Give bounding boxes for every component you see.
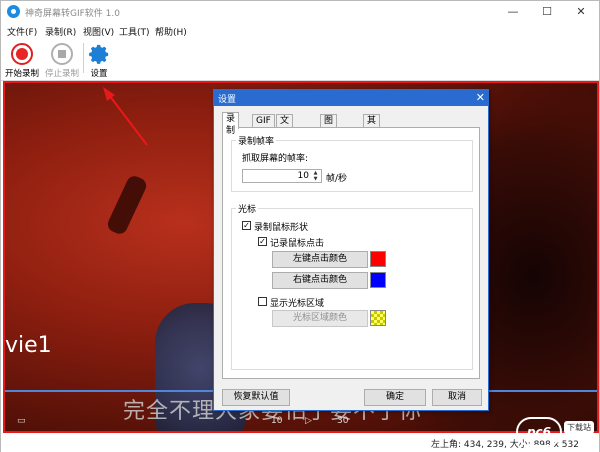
stop-icon	[51, 43, 73, 65]
status-bar: 左上角: 434, 239, 大小: 898 x 532	[1, 434, 599, 452]
app-logo-icon	[7, 5, 20, 18]
record-click-label: 记录鼠标点击	[270, 239, 325, 249]
right-click-color-button[interactable]: 右键点击颜色	[272, 272, 368, 289]
tab-other[interactable]: 其它	[363, 114, 381, 138]
frame-rate-group: 录制帧率 抓取屏幕的帧率: 10 ▲ ▼ 帧/秒	[231, 134, 473, 192]
settings-button[interactable]: 设置	[85, 41, 113, 79]
gear-icon	[89, 44, 109, 64]
tab-panel-record: 录制帧率 抓取屏幕的帧率: 10 ▲ ▼ 帧/秒 光标 ✓ 录制鼠标形状 ✓ 记录…	[222, 127, 480, 379]
annotation-arrow-icon	[103, 87, 148, 146]
cursor-area-color-button[interactable]: 光标区域颜色	[272, 310, 368, 327]
forward-icon: 30	[337, 416, 349, 426]
title-bar: 神奇屏幕转GIF软件 1.0 — ☐ ✕	[1, 1, 599, 23]
app-window: 神奇屏幕转GIF软件 1.0 — ☐ ✕ 文件(F) 录制(R) 视图(V) 工…	[0, 0, 600, 452]
left-click-color-button[interactable]: 左键点击颜色	[272, 251, 368, 268]
toolbar-divider	[83, 43, 84, 73]
cancel-button[interactable]: 取消	[432, 389, 482, 406]
rewind-icon: 10	[271, 416, 283, 426]
caption-icon: ▭	[17, 416, 26, 426]
menu-file[interactable]: 文件(F)	[7, 25, 37, 38]
toolbar: 开始录制 停止录制 设置	[1, 39, 599, 81]
right-click-color-swatch[interactable]	[370, 272, 386, 288]
stepper-arrows-icon[interactable]: ▲ ▼	[311, 170, 320, 182]
stop-record-button[interactable]: 停止录制	[43, 41, 81, 79]
ok-button[interactable]: 确定	[364, 389, 426, 406]
dialog-close-button[interactable]: ✕	[476, 91, 485, 104]
play-icon: ▷	[305, 416, 312, 426]
frame-rate-value: 10	[297, 171, 309, 181]
minimize-button[interactable]: —	[497, 1, 529, 23]
start-record-label: 开始录制	[4, 69, 39, 79]
menu-view[interactable]: 视图(V)	[83, 25, 114, 38]
settings-dialog: 设置 ✕ 录制 GIF 文字水印 图片水印 其它 录制帧率 抓取屏幕的帧率: 1…	[213, 89, 489, 411]
watermark-tag: 下载站	[564, 421, 594, 434]
cursor-area-color-swatch[interactable]	[370, 310, 386, 326]
restore-default-button[interactable]: 恢复默认值	[222, 389, 290, 406]
left-click-color-swatch[interactable]	[370, 251, 386, 267]
scene-crack	[105, 173, 149, 237]
dialog-title-bar: 设置 ✕	[214, 90, 488, 106]
maximize-button[interactable]: ☐	[531, 1, 563, 23]
tab-record[interactable]: 录制	[222, 112, 240, 136]
menu-record[interactable]: 录制(R)	[45, 25, 76, 38]
site-watermark: pc6 下载站	[516, 415, 596, 449]
tab-image-watermark[interactable]: 图片水印	[320, 114, 338, 162]
frame-rate-group-title: 录制帧率	[236, 134, 277, 147]
menu-tools[interactable]: 工具(T)	[119, 25, 150, 38]
show-cursor-area-checkbox[interactable]	[258, 297, 267, 306]
record-click-checkbox[interactable]: ✓	[258, 237, 267, 246]
window-title: 神奇屏幕转GIF软件 1.0	[25, 9, 120, 19]
cursor-group-title: 光标	[236, 202, 259, 215]
movie-title-fragment: vie1	[5, 333, 52, 358]
settings-label: 设置	[90, 69, 108, 79]
cursor-group: 光标 ✓ 录制鼠标形状 ✓ 记录鼠标点击 左键点击颜色 右键点击颜色 显示光标区…	[231, 202, 473, 370]
record-cursor-checkbox[interactable]: ✓	[242, 221, 251, 230]
close-button[interactable]: ✕	[565, 1, 597, 23]
menu-help[interactable]: 帮助(H)	[155, 25, 187, 38]
record-cursor-label: 录制鼠标形状	[254, 223, 309, 233]
watermark-logo: pc6	[516, 417, 562, 447]
show-cursor-area-label: 显示光标区域	[270, 299, 325, 309]
tab-text-watermark[interactable]: 文字水印	[276, 114, 294, 162]
tab-gif[interactable]: GIF	[252, 114, 275, 128]
frame-rate-unit: 帧/秒	[326, 174, 348, 184]
menu-bar: 文件(F) 录制(R) 视图(V) 工具(T) 帮助(H)	[1, 23, 599, 39]
record-icon	[11, 43, 33, 65]
frame-rate-stepper[interactable]: 10 ▲ ▼	[242, 169, 322, 183]
dialog-title: 设置	[218, 95, 237, 105]
start-record-button[interactable]: 开始录制	[3, 41, 41, 79]
stop-record-label: 停止录制	[44, 69, 79, 79]
frame-rate-label: 抓取屏幕的帧率:	[242, 154, 309, 164]
